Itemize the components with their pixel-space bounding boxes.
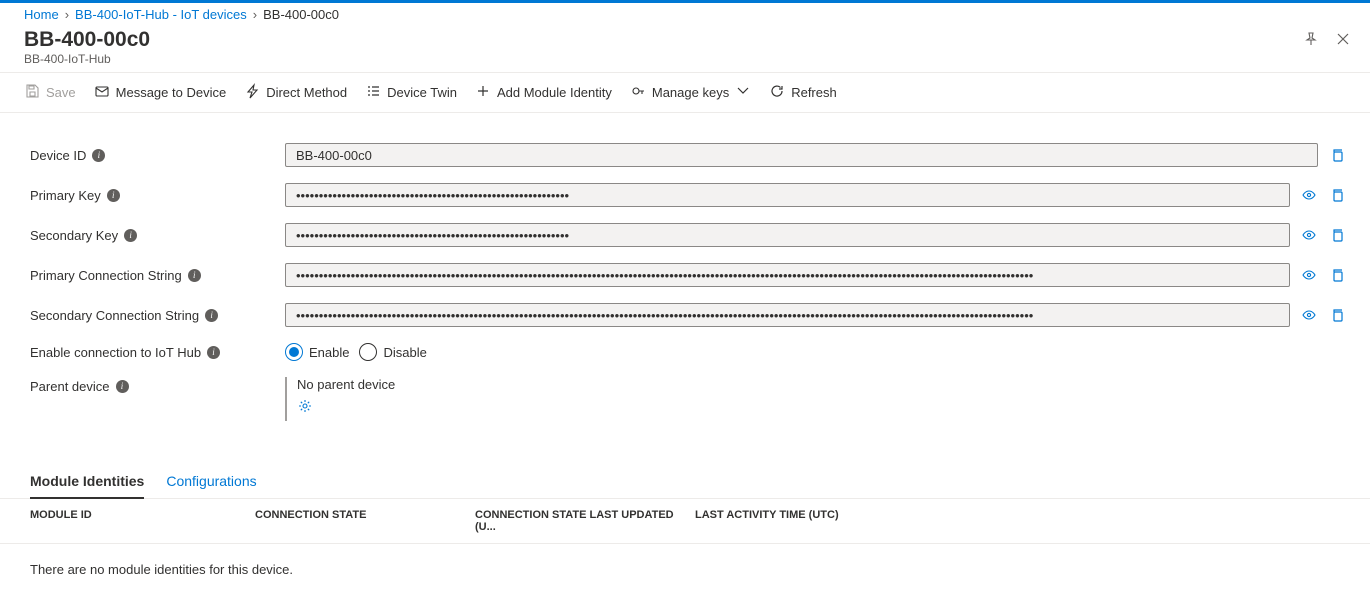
secondary-conn-field[interactable]	[285, 303, 1290, 327]
chevron-down-icon	[735, 83, 751, 102]
radio-enable-label: Enable	[309, 345, 349, 360]
tab-configurations[interactable]: Configurations	[166, 467, 256, 498]
row-secondary-key: Secondary Key i	[30, 223, 1346, 247]
copy-secondary-conn-button[interactable]	[1328, 306, 1346, 324]
module-table-header: MODULE ID CONNECTION STATE CONNECTION ST…	[0, 499, 1370, 544]
device-form: Device ID i Primary Key i Secondary Key …	[0, 113, 1370, 447]
radio-enable[interactable]: Enable	[285, 343, 349, 361]
col-connection-updated: CONNECTION STATE LAST UPDATED (U...	[475, 509, 695, 533]
breadcrumb-home[interactable]: Home	[24, 7, 59, 22]
info-icon[interactable]: i	[205, 309, 218, 322]
save-icon	[24, 83, 40, 102]
tab-module-identities[interactable]: Module Identities	[30, 467, 144, 499]
pin-button[interactable]	[1302, 30, 1320, 48]
page-subtitle: BB-400-IoT-Hub	[24, 52, 1346, 66]
row-enable-conn: Enable connection to IoT Hub i Enable Di…	[30, 343, 1346, 361]
mail-icon	[94, 83, 110, 102]
col-last-activity: LAST ACTIVITY TIME (UTC)	[695, 509, 915, 533]
copy-primary-conn-button[interactable]	[1328, 266, 1346, 284]
label-device-id: Device ID	[30, 148, 86, 163]
label-enable-conn: Enable connection to IoT Hub	[30, 345, 201, 360]
save-button[interactable]: Save	[24, 83, 76, 102]
device-id-field[interactable]	[285, 143, 1318, 167]
row-primary-conn: Primary Connection String i	[30, 263, 1346, 287]
row-primary-key: Primary Key i	[30, 183, 1346, 207]
key-icon	[630, 83, 646, 102]
plus-icon	[475, 83, 491, 102]
label-secondary-key: Secondary Key	[30, 228, 118, 243]
col-connection-state: CONNECTION STATE	[255, 509, 475, 533]
label-primary-key: Primary Key	[30, 188, 101, 203]
lower-tabs: Module Identities Configurations	[0, 447, 1370, 499]
info-icon[interactable]: i	[207, 346, 220, 359]
page-title: BB-400-00c0	[24, 28, 1346, 52]
message-label: Message to Device	[116, 85, 227, 100]
device-twin-button[interactable]: Device Twin	[365, 83, 457, 102]
twin-label: Device Twin	[387, 85, 457, 100]
module-table-empty: There are no module identities for this …	[0, 544, 1370, 595]
copy-device-id-button[interactable]	[1328, 146, 1346, 164]
keys-label: Manage keys	[652, 85, 729, 100]
refresh-icon	[769, 83, 785, 102]
breadcrumb-sep: ›	[253, 7, 257, 22]
gear-icon	[297, 402, 313, 417]
info-icon[interactable]: i	[188, 269, 201, 282]
reveal-secondary-conn-button[interactable]	[1300, 306, 1318, 324]
secondary-key-field[interactable]	[285, 223, 1290, 247]
parent-device-text: No parent device	[297, 377, 395, 392]
add-module-identity-button[interactable]: Add Module Identity	[475, 83, 612, 102]
row-secondary-conn: Secondary Connection String i	[30, 303, 1346, 327]
radio-disable[interactable]: Disable	[359, 343, 426, 361]
close-button[interactable]	[1334, 30, 1352, 48]
command-bar: Save Message to Device Direct Method Dev…	[0, 72, 1370, 113]
radio-disable-label: Disable	[383, 345, 426, 360]
info-icon[interactable]: i	[107, 189, 120, 202]
label-secondary-conn: Secondary Connection String	[30, 308, 199, 323]
reveal-primary-key-button[interactable]	[1300, 186, 1318, 204]
radio-circle-icon	[285, 343, 303, 361]
reveal-secondary-key-button[interactable]	[1300, 226, 1318, 244]
primary-conn-field[interactable]	[285, 263, 1290, 287]
manage-keys-button[interactable]: Manage keys	[630, 83, 751, 102]
breadcrumb-hub[interactable]: BB-400-IoT-Hub - IoT devices	[75, 7, 247, 22]
breadcrumb: Home › BB-400-IoT-Hub - IoT devices › BB…	[0, 3, 1370, 26]
breadcrumb-sep: ›	[65, 7, 69, 22]
save-label: Save	[46, 85, 76, 100]
label-parent-device: Parent device	[30, 379, 110, 394]
reveal-primary-conn-button[interactable]	[1300, 266, 1318, 284]
message-to-device-button[interactable]: Message to Device	[94, 83, 227, 102]
info-icon[interactable]: i	[124, 229, 137, 242]
configure-parent-button[interactable]	[297, 398, 395, 417]
addmodule-label: Add Module Identity	[497, 85, 612, 100]
primary-key-field[interactable]	[285, 183, 1290, 207]
direct-label: Direct Method	[266, 85, 347, 100]
refresh-button[interactable]: Refresh	[769, 83, 837, 102]
breadcrumb-current: BB-400-00c0	[263, 7, 339, 22]
label-primary-conn: Primary Connection String	[30, 268, 182, 283]
direct-method-button[interactable]: Direct Method	[244, 83, 347, 102]
info-icon[interactable]: i	[92, 149, 105, 162]
copy-primary-key-button[interactable]	[1328, 186, 1346, 204]
copy-secondary-key-button[interactable]	[1328, 226, 1346, 244]
refresh-label: Refresh	[791, 85, 837, 100]
row-device-id: Device ID i	[30, 143, 1346, 167]
list-icon	[365, 83, 381, 102]
info-icon[interactable]: i	[116, 380, 129, 393]
col-module-id: MODULE ID	[30, 509, 255, 533]
row-parent-device: Parent device i No parent device	[30, 377, 1346, 421]
page-header: BB-400-00c0 BB-400-IoT-Hub	[0, 26, 1370, 72]
radio-circle-icon	[359, 343, 377, 361]
lightning-icon	[244, 83, 260, 102]
